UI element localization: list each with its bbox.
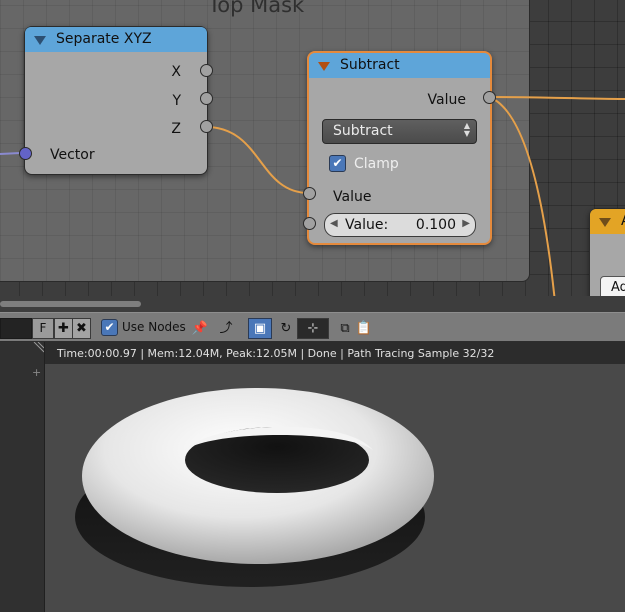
input-label-value: Value	[333, 189, 372, 205]
pin-icon[interactable]: 📌	[188, 318, 212, 339]
node-header[interactable]: Separate XYZ	[25, 27, 207, 52]
output-label-value: Value	[427, 92, 466, 108]
new-datablock-icon[interactable]: ✚	[54, 318, 73, 339]
value-field-number: 0.100	[415, 217, 456, 233]
copy-nodes-icon[interactable]: ⧉	[335, 318, 355, 339]
wire-vector-in	[0, 152, 21, 155]
go-to-parent-icon[interactable]: ⤴	[214, 318, 238, 339]
use-nodes-checkbox[interactable]: ✔	[101, 319, 118, 336]
output-label-y: Y	[172, 93, 181, 109]
operation-dropdown[interactable]: Subtract ▲ ▼	[322, 119, 477, 144]
wire-value-out	[488, 96, 625, 100]
socket-z[interactable]	[200, 120, 213, 133]
collapse-arrow-icon[interactable]	[599, 218, 611, 227]
wire-value-down	[488, 96, 557, 312]
datablock-name-field[interactable]	[0, 318, 32, 339]
scrollbar-thumb[interactable]	[0, 301, 141, 307]
node-header[interactable]: Subtract	[309, 53, 490, 78]
collapse-arrow-icon[interactable]	[318, 62, 330, 71]
output-label-x: X	[171, 64, 181, 80]
clamp-label: Clamp	[354, 156, 399, 172]
updown-arrows-icon: ▲ ▼	[463, 121, 470, 138]
expand-plus-icon[interactable]: +	[32, 366, 41, 379]
wire-z-to-value	[205, 126, 310, 194]
node-title: Subtract	[340, 57, 400, 73]
socket-y[interactable]	[200, 92, 213, 105]
decrement-arrow-icon[interactable]: ◀	[330, 218, 338, 229]
socket-output-value[interactable]	[483, 91, 496, 104]
snap-element-dropdown[interactable]: ⊹	[297, 318, 329, 339]
value-number-field[interactable]: ◀ Value: 0.100 ▶	[324, 213, 476, 237]
image-editor-area[interactable]: + + Time:00:00.97 | Mem:12.04M, Peak:12.…	[0, 342, 625, 612]
node-header[interactable]: A	[590, 209, 625, 234]
socket-vector[interactable]	[19, 147, 32, 160]
increment-arrow-icon[interactable]: ▶	[462, 218, 470, 229]
render-result[interactable]	[45, 364, 625, 612]
use-nodes-label: Use Nodes	[122, 320, 186, 334]
clamp-checkbox[interactable]: ✔	[329, 155, 346, 172]
collapse-arrow-icon[interactable]	[34, 36, 46, 45]
torus-render-image	[75, 388, 434, 587]
viewer-left-panel[interactable]: +	[0, 342, 45, 612]
node-editor[interactable]: Top Mask Separate XYZ X Y Z Vector Subtr…	[0, 0, 625, 312]
horizontal-scrollbar[interactable]	[0, 296, 625, 312]
node-editor-header: F ✚ ✖ Use Nodes 📌 ⤴ ▣ ↻ ⊹ ⧉ 📋	[0, 312, 625, 342]
corner-grip-icon[interactable]	[32, 342, 44, 354]
socket-input-value[interactable]	[303, 187, 316, 200]
backdrop-icon[interactable]: ▣	[248, 318, 272, 339]
render-status-text: Time:00:00.97 | Mem:12.04M, Peak:12.05M …	[57, 347, 495, 360]
node-title: Separate XYZ	[56, 31, 152, 47]
blender-window: Top Mask Separate XYZ X Y Z Vector Subtr…	[0, 0, 625, 612]
separate-xyz-node[interactable]: Separate XYZ X Y Z Vector	[24, 26, 208, 175]
subtract-node[interactable]: Subtract Value Subtract ▲ ▼ ✔ Clamp Value…	[307, 51, 492, 245]
auto-render-icon[interactable]: ↻	[274, 318, 298, 339]
value-field-label: Value:	[345, 217, 389, 233]
unlink-datablock-icon[interactable]: ✖	[72, 318, 91, 339]
operation-dropdown-label: Subtract	[333, 123, 393, 139]
node-title: A	[621, 213, 625, 229]
output-label-z: Z	[171, 121, 181, 137]
socket-x[interactable]	[200, 64, 213, 77]
input-label-vector: Vector	[50, 147, 95, 163]
socket-input-value-2[interactable]	[303, 217, 316, 230]
fake-user-button[interactable]: F	[32, 318, 54, 339]
paste-nodes-icon[interactable]: 📋	[354, 318, 374, 339]
